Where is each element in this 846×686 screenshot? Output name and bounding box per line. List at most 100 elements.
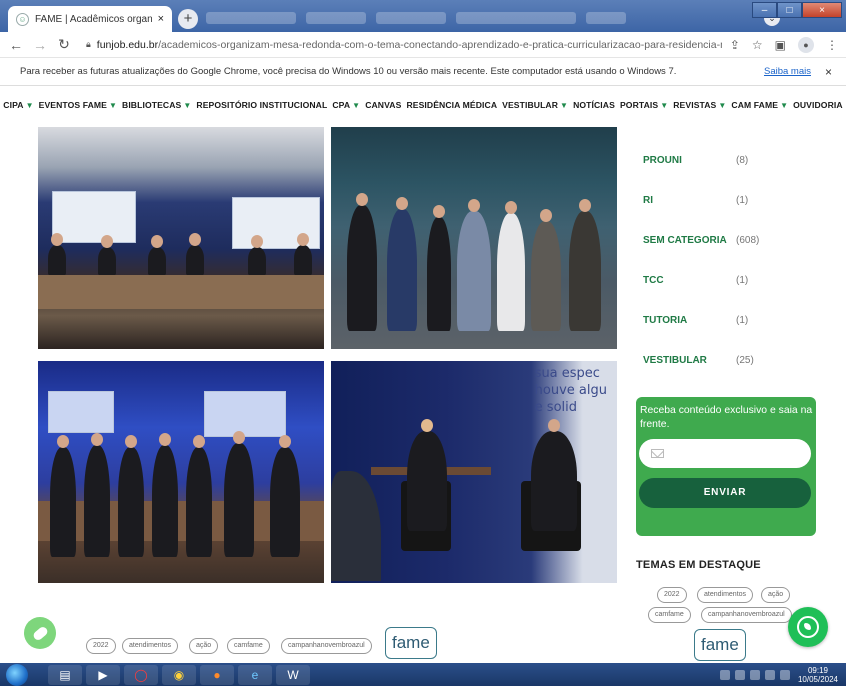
category-name[interactable]: TUTORIA [643, 315, 736, 326]
internet-explorer-icon[interactable]: e [238, 664, 272, 685]
back-arrow-icon[interactable]: ← [8, 37, 24, 53]
tab-close-icon[interactable]: × [158, 13, 164, 25]
panelist [48, 233, 66, 275]
student [50, 435, 76, 557]
learn-more-link[interactable]: Saiba mais [764, 66, 811, 77]
tag-pill[interactable]: campanhanovembroazul [281, 638, 372, 654]
speaker [531, 209, 561, 331]
volume-icon[interactable] [749, 670, 760, 680]
maximize-icon[interactable]: □ [777, 2, 802, 18]
lock-icon[interactable]: 🔒︎ [86, 39, 91, 50]
nav-item-eventos-fame[interactable]: EVENTOS FAME ▼ [39, 100, 117, 110]
battery-icon[interactable] [764, 670, 775, 680]
windows-start-icon[interactable] [6, 663, 28, 686]
newsletter-submit-button[interactable]: ENVIAR [639, 478, 811, 508]
share-icon[interactable]: ⇪ [730, 38, 740, 52]
profile-avatar-icon[interactable]: ● [798, 36, 814, 53]
screen: ☺ FAME | Acadêmicos organizam m × + ⌄ – … [0, 0, 846, 686]
nav-item-vestibular[interactable]: VESTIBULAR ▼ [502, 100, 568, 110]
category-item[interactable]: PROUNI (8) [643, 140, 823, 180]
panelist [98, 235, 116, 275]
nav-item-resid-ncia-m-dica[interactable]: RESIDÊNCIA MÉDICA [406, 100, 497, 110]
tag-pill[interactable]: atendimentos [697, 587, 754, 603]
category-name[interactable]: TCC [643, 275, 736, 286]
tag-fame-large[interactable]: fame [694, 629, 746, 661]
side-panel-icon[interactable]: ▣ [775, 38, 786, 52]
language-icon[interactable] [719, 670, 730, 680]
tab-title: FAME | Acadêmicos organizam m [35, 13, 152, 25]
event-photo-students-bench[interactable] [38, 361, 324, 583]
accessibility-widget-button[interactable] [24, 617, 56, 649]
firefox-icon[interactable]: ● [200, 664, 234, 685]
projection-screen-right [204, 391, 286, 437]
category-item[interactable]: SEM CATEGORIA (608) [643, 220, 823, 260]
browser-toolbar: ← → ↻ 🔒︎ funjob.edu.br/academicos-organi… [0, 32, 846, 58]
media-player-icon[interactable]: ▶ [86, 664, 120, 685]
reload-icon[interactable]: ↻ [56, 36, 72, 53]
category-item[interactable]: TCC (1) [643, 260, 823, 300]
tag-pill[interactable]: 2022 [657, 587, 687, 603]
whatsapp-button[interactable] [788, 607, 828, 647]
newsletter-email-input[interactable] [639, 439, 811, 468]
speaker-man [531, 419, 577, 531]
new-tab-button[interactable]: + [178, 9, 198, 29]
nav-item-canvas[interactable]: CANVAS [365, 100, 401, 110]
nav-item-cipa[interactable]: CIPA ▼ [3, 100, 33, 110]
word-icon[interactable]: W [276, 664, 310, 685]
category-name[interactable]: RI [643, 195, 736, 206]
tray-icons [719, 670, 790, 680]
dropdown-caret-icon: ▼ [183, 101, 192, 110]
chrome-menu-icon[interactable]: ⋮ [826, 38, 838, 52]
student [224, 431, 254, 557]
tag-pill[interactable]: camfame [227, 638, 270, 654]
speaker [347, 193, 377, 331]
tag-pill[interactable]: campanhanovembroazul [701, 607, 792, 623]
category-name[interactable]: PROUNI [643, 155, 736, 166]
tag-fame-large[interactable]: fame [385, 627, 437, 659]
minimize-icon[interactable]: – [752, 2, 777, 18]
nav-item-cpa[interactable]: CPA ▼ [332, 100, 360, 110]
category-name[interactable]: SEM CATEGORIA [643, 235, 736, 246]
nav-item-revistas[interactable]: REVISTAS ▼ [673, 100, 726, 110]
browser-tab-active[interactable]: ☺ FAME | Acadêmicos organizam m × [8, 6, 172, 32]
clock[interactable]: 09:19 10/05/2024 [798, 666, 838, 684]
url-host: funjob.edu.br [96, 38, 159, 51]
nav-item-label: EVENTOS FAME [38, 100, 107, 110]
pill-icon [31, 624, 49, 642]
nav-item-not-cias[interactable]: NOTÍCIAS [573, 100, 615, 110]
panelist [186, 233, 204, 275]
panelist [294, 233, 312, 275]
address-bar[interactable]: 🔒︎ funjob.edu.br/academicos-organizam-me… [80, 35, 722, 55]
category-item[interactable]: VESTIBULAR (25) [643, 340, 823, 380]
tag-pill[interactable]: ação [189, 638, 219, 654]
flag-icon[interactable] [779, 670, 790, 680]
category-name[interactable]: VESTIBULAR [643, 355, 736, 366]
tag-pill[interactable]: atendimentos [122, 638, 179, 654]
event-photo-roundtable-stage[interactable] [38, 127, 324, 349]
opera-icon[interactable]: ◯ [124, 664, 158, 685]
file-explorer-icon[interactable]: ▤ [48, 664, 82, 685]
window-close-icon[interactable]: × [802, 2, 842, 18]
nav-item-label: REVISTAS [673, 100, 717, 110]
site-navigation: CIPA ▼ EVENTOS FAME ▼ BIBLIOTECAS ▼ REPOSITÓRI… [0, 88, 846, 122]
forward-arrow-icon[interactable]: → [32, 37, 48, 53]
student [118, 435, 144, 557]
nav-item-portais[interactable]: PORTAIS ▼ [620, 100, 668, 110]
category-item[interactable]: TUTORIA (1) [643, 300, 823, 340]
chrome-icon[interactable]: ◉ [162, 664, 196, 685]
event-photo-group-speakers[interactable] [331, 127, 617, 349]
bookmark-star-icon[interactable]: ☆ [752, 38, 763, 52]
tag-pill[interactable]: camfame [648, 607, 691, 623]
event-photo-panel-discussion[interactable]: sua espec houve algu e solid [331, 361, 617, 583]
network-icon[interactable] [734, 670, 745, 680]
infobar-close-icon[interactable]: × [825, 65, 832, 79]
nav-item-reposit-rio-institucional[interactable]: REPOSITÓRIO INSTITUCIONAL [196, 100, 327, 110]
category-item[interactable]: RI (1) [643, 180, 823, 220]
nav-item-cam-fame[interactable]: CAM FAME ▼ [731, 100, 788, 110]
nav-item-bibliotecas[interactable]: BIBLIOTECAS ▼ [122, 100, 191, 110]
nav-item-ouvidoria[interactable]: OUVIDORIA [793, 100, 843, 110]
speaker [569, 199, 601, 331]
tag-pill[interactable]: 2022 [86, 638, 116, 654]
tag-pill[interactable]: ação [761, 587, 791, 603]
nav-item-label: RESIDÊNCIA MÉDICA [406, 100, 498, 110]
